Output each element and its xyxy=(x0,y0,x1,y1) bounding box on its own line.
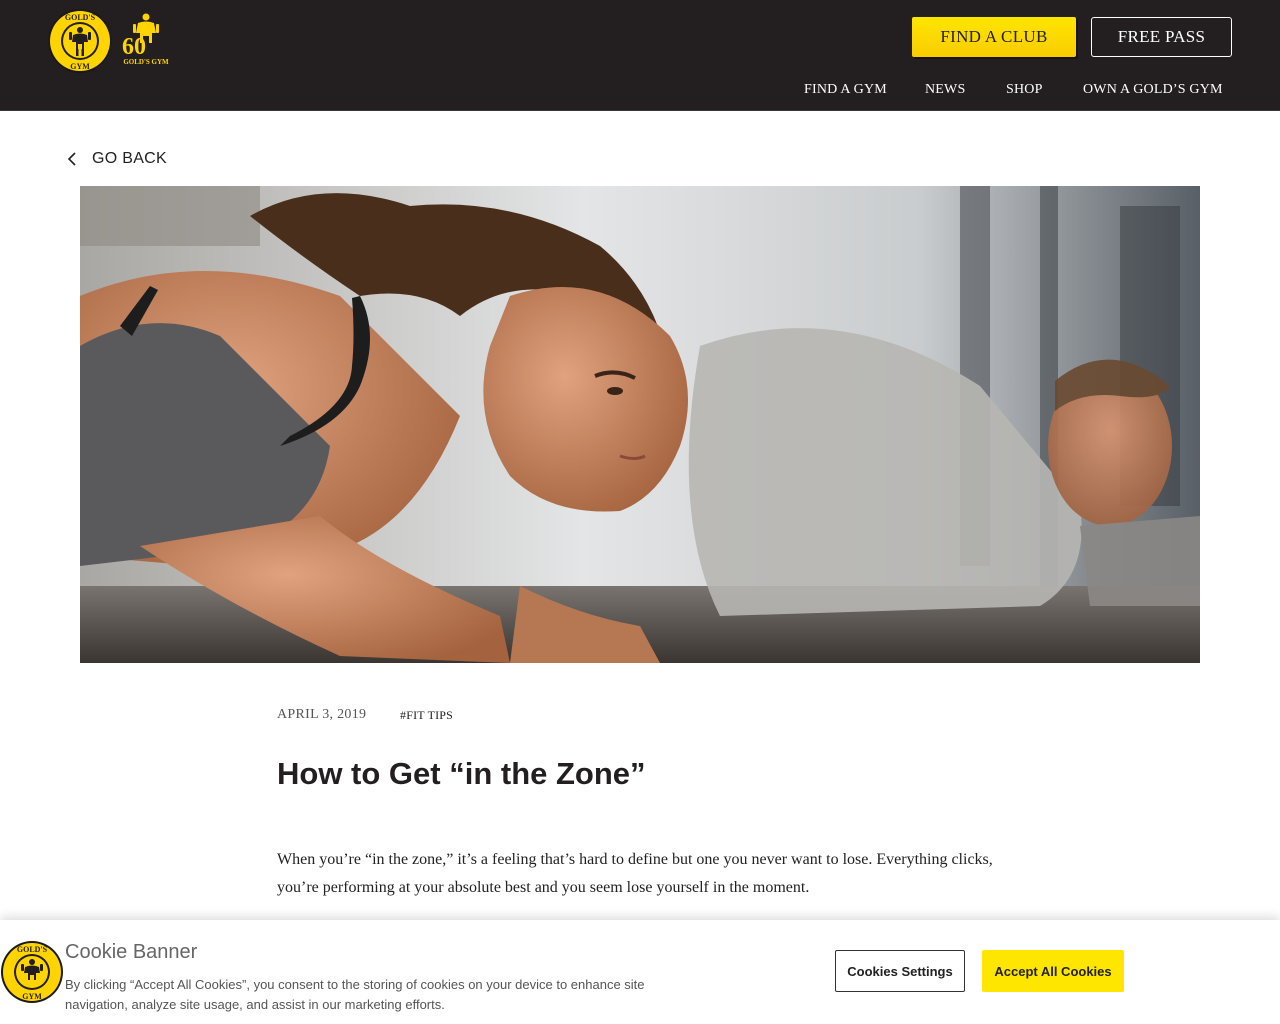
cookies-settings-button[interactable]: Cookies Settings xyxy=(835,950,965,992)
nav-news[interactable]: NEWS xyxy=(925,82,965,98)
svg-text:60: 60 xyxy=(122,34,146,60)
svg-text:GOLD'S: GOLD'S xyxy=(65,13,96,22)
find-a-club-button[interactable]: FIND A CLUB xyxy=(912,17,1076,57)
article-tag-link[interactable]: #FIT TIPS xyxy=(400,708,453,723)
go-back-label: GO BACK xyxy=(92,150,168,167)
svg-text:GOLD'S: GOLD'S xyxy=(17,945,48,954)
nav-shop[interactable]: SHOP xyxy=(1006,82,1043,98)
svg-text:GYM: GYM xyxy=(22,992,42,1001)
golds-gym-cookie-logo: GOLD'S GYM xyxy=(1,941,63,1003)
main-nav: FIND A GYM NEWS SHOP OWN A GOLD’S GYM xyxy=(0,82,1280,100)
chevron-left-icon xyxy=(67,152,76,166)
site-header: GOLD'S GYM 60 GOLD'S GYM FIND A CLUB FRE… xyxy=(0,0,1280,111)
article-date: APRIL 3, 2019 xyxy=(277,707,367,722)
svg-text:GYM: GYM xyxy=(70,62,90,71)
free-pass-button[interactable]: FREE PASS xyxy=(1091,17,1232,57)
go-back-link[interactable]: GO BACK xyxy=(66,148,167,170)
article-paragraph: When you’re “in the zone,” it’s a feelin… xyxy=(277,851,993,896)
anniversary-60-logo: 60 GOLD'S GYM xyxy=(122,13,169,66)
cookie-banner-text: By clicking “Accept All Cookies”, you co… xyxy=(65,977,645,1012)
accept-all-cookies-button[interactable]: Accept All Cookies xyxy=(982,950,1124,992)
hero-image xyxy=(80,186,1200,663)
cookie-banner: GOLD'S GYM Cookie Banner By clicking “Ac… xyxy=(0,920,1280,1024)
golds-gym-logo[interactable]: GOLD'S GYM xyxy=(47,8,113,74)
nav-own-a-golds-gym[interactable]: OWN A GOLD’S GYM xyxy=(1083,82,1223,98)
hero-illustration xyxy=(80,186,1200,663)
cookie-banner-title: Cookie Banner xyxy=(65,941,198,963)
svg-text:GOLD'S GYM: GOLD'S GYM xyxy=(123,58,169,66)
article-title: How to Get “in the Zone” xyxy=(277,756,646,791)
nav-find-a-gym[interactable]: FIND A GYM xyxy=(804,82,887,98)
